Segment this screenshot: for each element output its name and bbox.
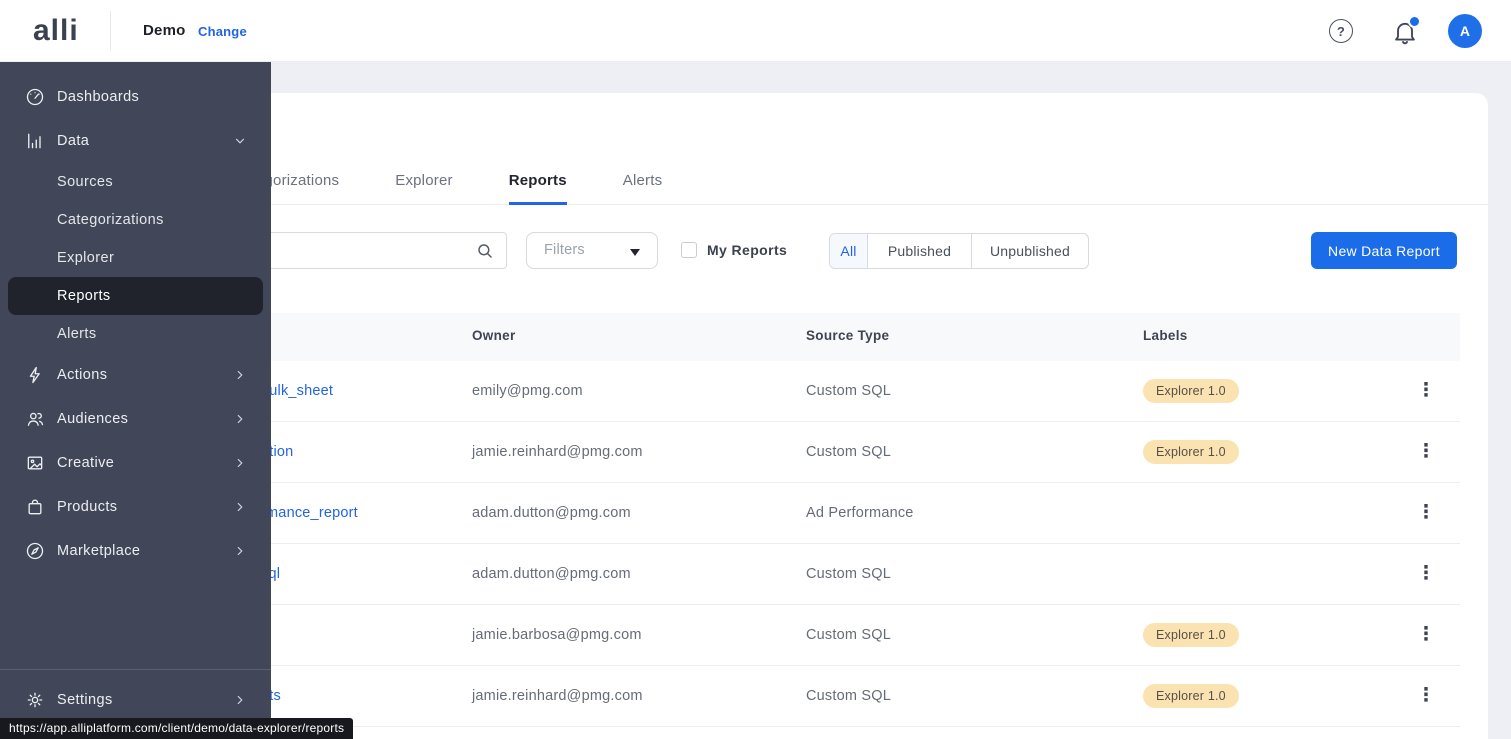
row-menu-icon[interactable]: ⋮ <box>1415 442 1437 461</box>
notifications-button[interactable] <box>1391 15 1421 46</box>
filters-dropdown[interactable]: Filters <box>526 232 658 269</box>
report-source-type: Custom SQL <box>806 444 891 460</box>
column-labels: Labels <box>1143 328 1188 343</box>
report-owner: adam.dutton@pmg.com <box>472 505 631 521</box>
sidebar-item-data[interactable]: Data <box>0 119 271 163</box>
report-source-type: Custom SQL <box>806 688 891 704</box>
compass-icon <box>26 542 44 560</box>
report-source-type: Custom SQL <box>806 383 891 399</box>
sidebar-item-marketplace[interactable]: Marketplace <box>0 529 271 573</box>
label-chip: Explorer 1.0 <box>1143 623 1239 647</box>
segment-published[interactable]: Published <box>868 234 972 268</box>
sidebar-item-label: Marketplace <box>57 543 141 559</box>
avatar[interactable]: A <box>1448 14 1482 48</box>
shopping-bag-icon <box>28 499 42 515</box>
sidebar-item-dashboards[interactable]: Dashboards <box>0 75 271 119</box>
sidebar-item-explorer[interactable]: Explorer <box>0 239 271 277</box>
alli-logo: alli <box>33 14 79 47</box>
column-source-type: Source Type <box>806 328 890 343</box>
top-header: alli Demo Change ? A <box>0 0 1511 62</box>
chevron-right-icon <box>237 502 243 512</box>
people-icon <box>27 412 44 426</box>
link-url-tooltip: https://app.alliplatform.com/client/demo… <box>0 718 354 739</box>
sidebar-item-label: Dashboards <box>57 89 140 105</box>
sidebar-item-creative[interactable]: Creative <box>0 441 271 485</box>
header-divider <box>110 11 111 51</box>
sidebar-item-label: Settings <box>57 692 113 708</box>
sidebar-item-label: Audiences <box>57 411 129 427</box>
chevron-right-icon <box>237 414 243 424</box>
label-chip: Explorer 1.0 <box>1143 684 1239 708</box>
tab-alerts[interactable]: Alerts <box>623 165 663 205</box>
segment-unpublished[interactable]: Unpublished <box>972 234 1088 268</box>
sidebar-item-label: Actions <box>57 367 108 383</box>
sidebar-item-audiences[interactable]: Audiences <box>0 397 271 441</box>
bar-chart-icon <box>28 133 41 149</box>
label-chip: Explorer 1.0 <box>1143 379 1239 403</box>
my-reports-filter: My Reports <box>681 242 787 258</box>
chevron-right-icon <box>237 695 243 705</box>
report-name-link[interactable]: rmance_report <box>261 505 358 521</box>
row-menu-icon[interactable]: ⋮ <box>1415 381 1437 400</box>
row-menu-icon[interactable]: ⋮ <box>1415 625 1437 644</box>
row-menu-icon[interactable]: ⋮ <box>1415 503 1437 522</box>
sidebar-item-actions[interactable]: Actions <box>0 353 271 397</box>
notification-badge <box>1408 15 1421 28</box>
report-owner: jamie.barbosa@pmg.com <box>472 627 642 643</box>
report-label: Explorer 1.0 <box>1143 379 1239 403</box>
report-name-link[interactable]: bulk_sheet <box>261 383 333 399</box>
report-owner: jamie.reinhard@pmg.com <box>472 688 643 704</box>
help-icon[interactable]: ? <box>1329 19 1353 43</box>
sidebar-item-label: Creative <box>57 455 115 471</box>
column-owner: Owner <box>472 328 516 343</box>
chevron-right-icon <box>237 370 243 380</box>
label-chip: Explorer 1.0 <box>1143 440 1239 464</box>
report-label: Explorer 1.0 <box>1143 440 1239 464</box>
chevron-down-icon <box>235 138 245 144</box>
image-icon <box>27 456 43 470</box>
report-source-type: Custom SQL <box>806 566 891 582</box>
my-reports-checkbox[interactable] <box>681 242 697 258</box>
row-menu-icon[interactable]: ⋮ <box>1415 564 1437 583</box>
report-source-type: Ad Performance <box>806 505 914 521</box>
publish-status-segmented: All Published Unpublished <box>829 233 1089 269</box>
report-label: Explorer 1.0 <box>1143 623 1239 647</box>
gauge-icon <box>26 88 44 106</box>
sidebar-item-reports[interactable]: Reports <box>8 277 263 315</box>
caret-down-icon <box>630 249 640 256</box>
sidebar-item-label: Products <box>57 499 118 515</box>
report-label: Explorer 1.0 <box>1143 684 1239 708</box>
new-data-report-button[interactable]: New Data Report <box>1311 232 1457 269</box>
sidebar-item-label: Data <box>57 133 90 149</box>
tab-explorer[interactable]: Explorer <box>395 165 452 205</box>
filters-label: Filters <box>544 242 585 258</box>
sidebar-divider <box>0 669 271 670</box>
search-icon <box>478 244 492 258</box>
report-owner: adam.dutton@pmg.com <box>472 566 631 582</box>
sidebar-item-categorizations[interactable]: Categorizations <box>0 201 271 239</box>
sidebar-item-alerts[interactable]: Alerts <box>0 315 271 353</box>
segment-all[interactable]: All <box>830 234 868 268</box>
client-name: Demo <box>143 22 186 39</box>
report-owner: emily@pmg.com <box>472 383 583 399</box>
chevron-right-icon <box>237 546 243 556</box>
lightning-icon <box>29 366 40 384</box>
sidebar-item-settings[interactable]: Settings <box>0 678 271 722</box>
report-source-type: Custom SQL <box>806 627 891 643</box>
sidebar-item-products[interactable]: Products <box>0 485 271 529</box>
gear-icon <box>27 692 43 708</box>
sidebar-nav: Dashboards Data Sources Categorizations … <box>0 62 271 722</box>
sidebar-item-sources[interactable]: Sources <box>0 163 271 201</box>
change-client-link[interactable]: Change <box>198 24 247 39</box>
chevron-right-icon <box>237 458 243 468</box>
report-owner: jamie.reinhard@pmg.com <box>472 444 643 460</box>
row-menu-icon[interactable]: ⋮ <box>1415 686 1437 705</box>
tab-reports[interactable]: Reports <box>508 165 567 205</box>
my-reports-label: My Reports <box>707 242 788 258</box>
